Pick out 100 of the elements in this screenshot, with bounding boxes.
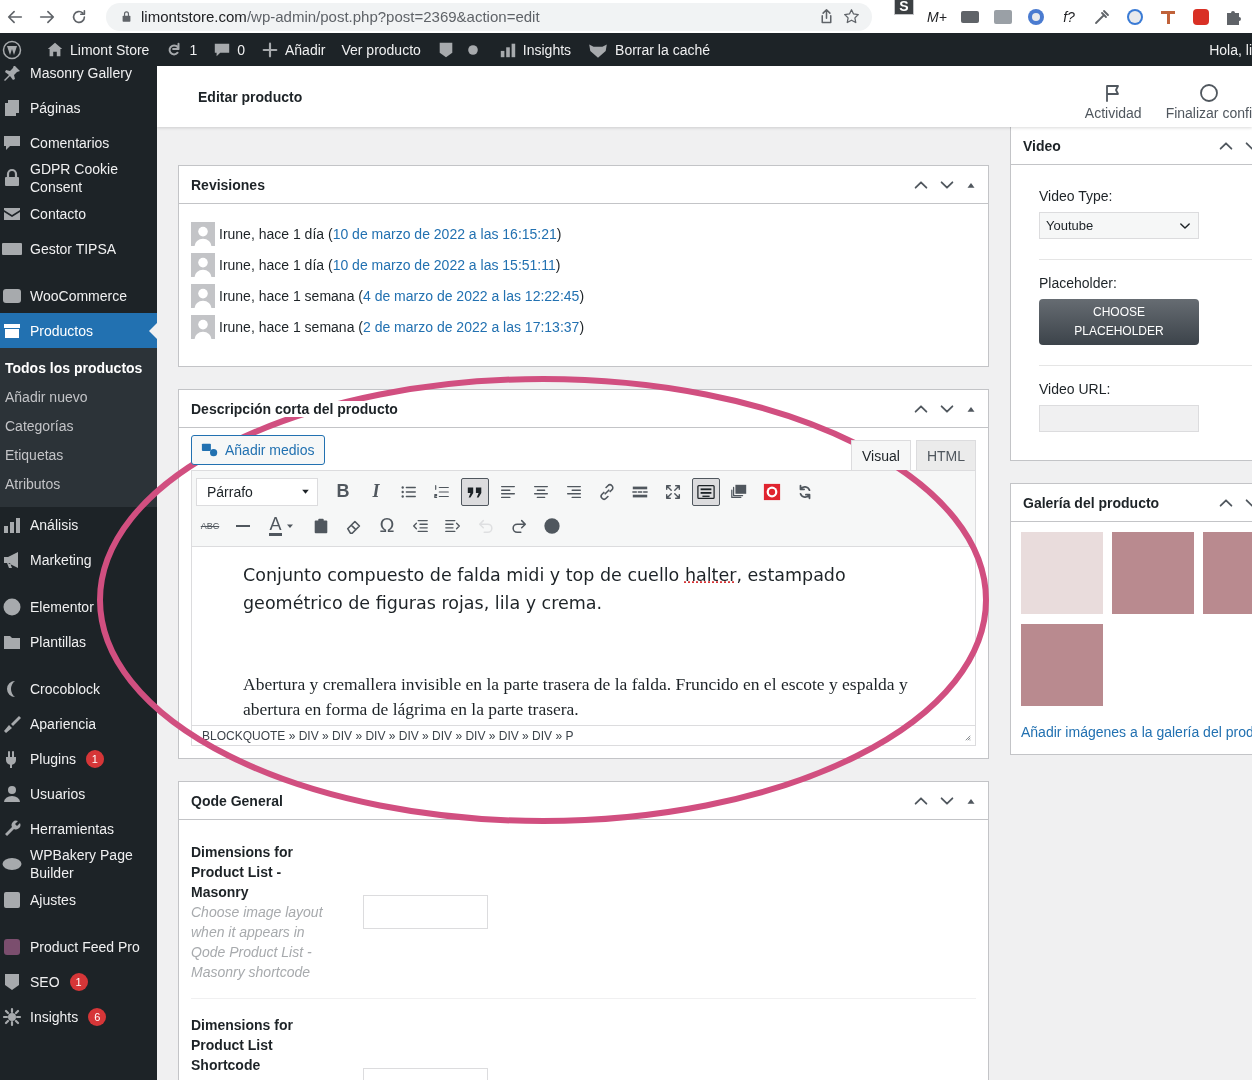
menu-item[interactable]: GDPR Cookie Consent bbox=[0, 160, 157, 196]
pin-icon bbox=[2, 66, 22, 83]
extension-button[interactable]: S bbox=[894, 0, 914, 15]
menu-item[interactable]: Comentarios bbox=[0, 125, 157, 160]
toolbar-button[interactable] bbox=[461, 477, 489, 506]
numbered-list-icon bbox=[433, 482, 451, 501]
menu-item[interactable]: Páginas bbox=[0, 90, 157, 125]
wordpress-logo-icon[interactable] bbox=[2, 39, 22, 60]
revision-text: Irune, hace 1 día (10 de marzo de 2022 a las 15:51:11) bbox=[219, 256, 561, 273]
submenu-item[interactable]: Añadir nuevo bbox=[0, 383, 157, 412]
share-icon[interactable] bbox=[818, 8, 835, 25]
add-media-button[interactable]: Añadir medios bbox=[191, 435, 325, 465]
shield-logo-icon bbox=[2, 971, 22, 992]
text-input[interactable] bbox=[363, 895, 488, 929]
toolbar-link[interactable]: 1 bbox=[165, 40, 198, 59]
revision-text: Irune, hace 1 semana (4 de marzo de 2022 a las 12:22:45) bbox=[219, 287, 585, 304]
star-icon[interactable] bbox=[843, 8, 860, 25]
video-url-input[interactable] bbox=[1039, 405, 1199, 432]
menu-item[interactable]: SEO 1 bbox=[0, 964, 157, 999]
video-type-select[interactable]: Youtube bbox=[1039, 212, 1199, 239]
menu-item[interactable]: Análisis bbox=[0, 507, 157, 542]
count-badge: 1 bbox=[69, 972, 88, 991]
toolbar-button[interactable]: I bbox=[362, 477, 390, 506]
toolbar-link[interactable]: Añadir bbox=[260, 40, 326, 59]
menu-item[interactable]: Apariencia bbox=[0, 706, 157, 741]
reload-icon[interactable] bbox=[70, 7, 88, 26]
toolbar-link[interactable]: Borrar la caché bbox=[587, 38, 710, 61]
revision-text: Irune, hace 1 día (10 de marzo de 2022 a las 16:15:21) bbox=[219, 225, 562, 242]
box-title: Descripción corta del producto bbox=[191, 400, 400, 417]
brush-icon bbox=[2, 713, 22, 734]
box-title: Revisiones bbox=[191, 176, 267, 193]
target-icon bbox=[763, 482, 781, 501]
menu-item[interactable]: Productos bbox=[0, 313, 157, 348]
field-label: Placeholder: bbox=[1039, 275, 1118, 291]
avatar-icon bbox=[191, 221, 215, 246]
avatar-icon bbox=[191, 283, 215, 308]
toolbar-button[interactable]: A bbox=[262, 511, 302, 540]
header-action[interactable]: Actividad bbox=[1084, 72, 1142, 121]
address-bar[interactable]: limontstore.com/wp-admin/post.php?post=2369&action=edit bbox=[106, 2, 872, 31]
editor-tab[interactable]: Visual bbox=[851, 440, 911, 470]
extension-button[interactable]: f? bbox=[1059, 8, 1079, 25]
avatar-icon bbox=[191, 314, 215, 339]
submenu-item[interactable]: Categorías bbox=[0, 412, 157, 441]
toolbar-link[interactable]: Insights bbox=[498, 40, 572, 59]
menu-item[interactable]: Contacto bbox=[0, 196, 157, 231]
menu-item[interactable]: Marketing bbox=[0, 542, 157, 577]
editor-tab[interactable]: HTML bbox=[915, 440, 976, 470]
box-title: Qode General bbox=[191, 792, 285, 809]
add-gallery-images-link[interactable]: Añadir imágenes a la galería del prod bbox=[1021, 724, 1252, 740]
menu-item[interactable]: Masonry Gallery bbox=[0, 66, 157, 90]
menu-item[interactable]: Product Feed Pro bbox=[0, 929, 157, 964]
toolbar-link[interactable]: Limont Store bbox=[46, 40, 150, 59]
extension-button[interactable]: M+ bbox=[927, 8, 947, 25]
clipboard-icon bbox=[312, 516, 330, 535]
target-icon[interactable] bbox=[1026, 6, 1046, 27]
header-action[interactable]: Finalizar confi bbox=[1165, 72, 1252, 121]
lock-icon bbox=[120, 10, 133, 23]
menu-item[interactable]: Plantillas bbox=[0, 624, 157, 659]
horizontal-line-icon bbox=[236, 524, 250, 527]
fullscreen-icon bbox=[664, 482, 682, 501]
box-title: Galería del producto bbox=[1023, 494, 1162, 511]
revision-link[interactable]: 10 de marzo de 2022 a las 16:15:21 bbox=[332, 225, 557, 242]
format-dropdown[interactable]: Párrafo bbox=[196, 477, 318, 506]
toolbar-button[interactable]: B bbox=[329, 477, 357, 506]
seo-logo-icon[interactable] bbox=[1191, 6, 1211, 27]
revision-link[interactable]: 4 de marzo de 2022 a las 12:22:45 bbox=[363, 287, 580, 304]
link-icon bbox=[598, 482, 616, 501]
submenu-item[interactable]: Todos los productos bbox=[0, 354, 157, 383]
circle-icon bbox=[1198, 82, 1219, 103]
greeting-link[interactable]: Hola, li bbox=[1209, 41, 1252, 58]
submenu-item[interactable]: Etiquetas bbox=[0, 441, 157, 470]
page-title: Editar producto bbox=[198, 88, 304, 105]
toolbar-button[interactable] bbox=[692, 477, 720, 506]
editor-paragraph: Abertura y cremallera invisible en la parte trasera de la falda. Fruncido en el escote y espalda y abertura en forma de lágrima en la parte trasera. bbox=[243, 673, 909, 721]
toolbar-link[interactable]: 0 bbox=[213, 40, 245, 59]
person-icon bbox=[2, 783, 22, 804]
field-label: Video Type: bbox=[1039, 188, 1114, 204]
menu-item[interactable]: WPBakery Page Builder bbox=[0, 846, 157, 882]
w-circle-icon[interactable] bbox=[1125, 6, 1145, 27]
pages-icon bbox=[2, 97, 22, 118]
menu-item[interactable]: Crocoblock bbox=[0, 671, 157, 706]
menu-item[interactable]: WooCommerce bbox=[0, 278, 157, 313]
menu-item[interactable]: Insights 6 bbox=[0, 999, 157, 1034]
media-icon bbox=[201, 441, 219, 459]
toolbar-button[interactable]: Ω bbox=[373, 511, 401, 540]
choose-placeholder-button[interactable]: CHOOSE PLACEHOLDER bbox=[1039, 299, 1199, 345]
field-label: Video URL: bbox=[1039, 381, 1112, 397]
images-icon bbox=[730, 482, 748, 501]
menu-item[interactable]: Gestor TIPSA bbox=[0, 231, 157, 266]
avatar-icon bbox=[191, 252, 215, 277]
menu-item[interactable]: Usuarios bbox=[0, 776, 157, 811]
revision-link[interactable]: 10 de marzo de 2022 a las 15:51:11 bbox=[332, 256, 556, 273]
menu-item[interactable]: Herramientas bbox=[0, 811, 157, 846]
revision-link[interactable]: 2 de marzo de 2022 a las 17:13:37 bbox=[363, 318, 580, 335]
toolbar-button[interactable]: ABC bbox=[196, 511, 224, 540]
menu-item[interactable]: Elementor bbox=[0, 589, 157, 624]
menu-item[interactable]: Plugins 1 bbox=[0, 741, 157, 776]
toolbar-link[interactable]: Ver producto bbox=[341, 41, 421, 58]
submenu-item[interactable]: Atributos bbox=[0, 470, 157, 499]
menu-item[interactable]: Ajustes bbox=[0, 882, 157, 917]
